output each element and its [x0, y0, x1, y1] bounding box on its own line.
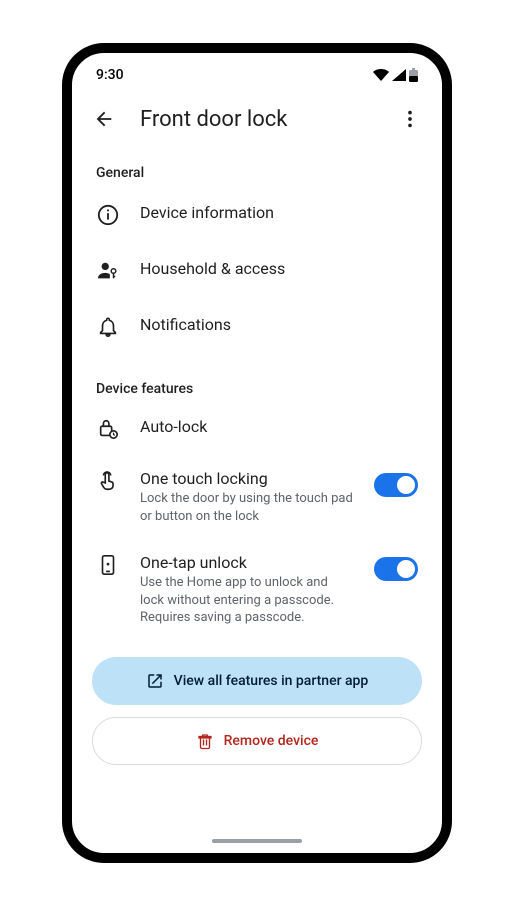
phone-tap-icon: [96, 553, 120, 577]
page-title: Front door lock: [140, 107, 374, 132]
status-time: 9:30: [96, 67, 124, 83]
view-partner-app-button[interactable]: View all features in partner app: [92, 657, 422, 705]
section-header-general: General: [72, 145, 442, 187]
list-item-notifications[interactable]: Notifications: [72, 299, 442, 355]
back-button[interactable]: [84, 99, 124, 139]
list-item-label: Household & access: [140, 259, 418, 278]
list-item-label: Notifications: [140, 315, 418, 334]
wifi-icon: [373, 69, 389, 81]
list-item-one-tap-unlock[interactable]: One-tap unlock Use the Home app to unloc…: [72, 539, 442, 641]
more-vert-icon: [399, 108, 421, 130]
list-item-label: One touch locking: [140, 469, 354, 488]
list-item-one-touch-locking[interactable]: One touch locking Lock the door by using…: [72, 455, 442, 539]
trash-icon: [196, 732, 214, 750]
list-item-label: Device information: [140, 203, 418, 222]
battery-icon: [409, 68, 418, 82]
button-label: View all features in partner app: [174, 673, 369, 689]
list-item-subtitle: Lock the door by using the touch pad or …: [140, 490, 354, 525]
person-key-icon: [96, 259, 120, 283]
list-item-household[interactable]: Household & access: [72, 243, 442, 299]
toggle-one-touch-locking[interactable]: [374, 473, 418, 497]
app-bar: Front door lock: [72, 93, 442, 145]
list-item-auto-lock[interactable]: Auto-lock: [72, 403, 442, 455]
remove-device-button[interactable]: Remove device: [92, 717, 422, 765]
list-item-label: One-tap unlock: [140, 553, 354, 572]
home-indicator[interactable]: [212, 839, 302, 843]
open-external-icon: [146, 672, 164, 690]
lock-clock-icon: [96, 417, 120, 441]
phone-frame: 9:30 Front door lock: [62, 43, 452, 863]
status-icons: [373, 68, 418, 82]
list-item-subtitle: Use the Home app to unlock and lock with…: [140, 574, 354, 627]
button-container: View all features in partner app Remove …: [72, 641, 442, 769]
bell-icon: [96, 315, 120, 339]
info-icon: [96, 203, 120, 227]
touch-icon: [96, 469, 120, 493]
overflow-menu-button[interactable]: [390, 99, 430, 139]
button-label: Remove device: [224, 733, 319, 749]
list-item-device-info[interactable]: Device information: [72, 187, 442, 243]
signal-icon: [392, 69, 406, 81]
arrow-back-icon: [93, 108, 115, 130]
toggle-one-tap-unlock[interactable]: [374, 557, 418, 581]
content-scroll[interactable]: General Device information: [72, 145, 442, 831]
status-bar: 9:30: [72, 53, 442, 93]
list-item-label: Auto-lock: [140, 417, 418, 436]
section-header-device-features: Device features: [72, 355, 442, 403]
